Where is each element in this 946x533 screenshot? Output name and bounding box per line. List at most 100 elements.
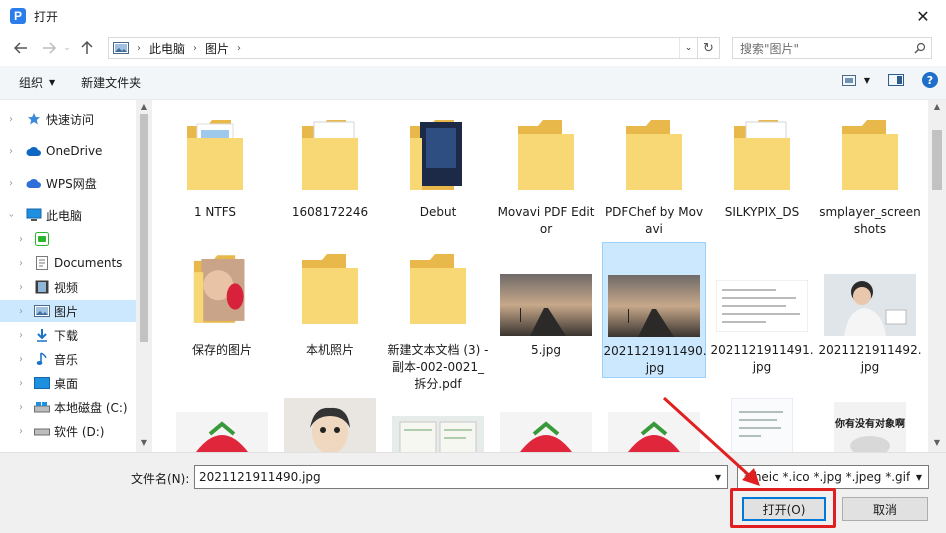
scroll-down-icon[interactable]: ▼ xyxy=(136,438,152,447)
filename-dropdown-icon[interactable]: ▼ xyxy=(709,466,727,488)
chevron-right-icon[interactable]: › xyxy=(16,426,26,437)
search-input[interactable]: 搜索"图片" xyxy=(732,37,932,59)
content-scroll-thumb[interactable] xyxy=(932,130,942,190)
file-item[interactable] xyxy=(710,398,814,452)
filename-value: 2021121911490.jpg xyxy=(199,470,321,484)
file-item[interactable]: Movavi PDF Editor xyxy=(494,112,598,250)
sidebar-item-pictures[interactable]: › 图片 xyxy=(0,300,136,322)
sidebar-item-downloads[interactable]: › 下载 xyxy=(0,324,136,346)
title-bar: P 打开 ✕ xyxy=(0,0,946,32)
file-item[interactable]: SILKYPIX_DS xyxy=(710,112,814,250)
sidebar-item-videos[interactable]: › 视频 xyxy=(0,276,136,298)
file-item[interactable] xyxy=(386,398,490,452)
recent-locations-icon[interactable]: ⌄ xyxy=(60,37,74,59)
chevron-down-icon[interactable]: › xyxy=(6,210,17,220)
file-item[interactable]: smplayer_screenshots xyxy=(818,112,922,250)
new-folder-button[interactable]: 新建文件夹 xyxy=(73,74,149,91)
sidebar-item-label: 软件 (D:) xyxy=(54,424,105,439)
sidebar-item-wps-drive[interactable]: › WPS网盘 xyxy=(0,172,136,194)
preview-pane-icon[interactable] xyxy=(888,74,904,86)
filename-input[interactable]: 2021121911490.jpg ▼ xyxy=(194,465,728,489)
search-icon xyxy=(909,42,931,54)
chevron-right-icon[interactable]: › xyxy=(16,354,26,365)
organize-menu[interactable]: 组织 ▼ xyxy=(11,74,63,91)
view-mode-icon[interactable] xyxy=(841,74,856,86)
meme-caption: 你有没有对象啊 xyxy=(835,419,905,430)
chevron-right-icon[interactable]: › xyxy=(16,258,26,269)
forward-arrow-icon[interactable] xyxy=(38,37,60,59)
sidebar-item-music[interactable]: › 音乐 xyxy=(0,348,136,370)
file-item[interactable]: 1608172246 xyxy=(278,112,382,250)
chevron-right-icon[interactable]: › xyxy=(16,282,26,293)
breadcrumb-pictures[interactable]: 图片 xyxy=(199,38,235,58)
scroll-up-icon[interactable]: ▲ xyxy=(136,102,152,111)
file-name: 1608172246 xyxy=(291,205,369,219)
cloud-icon xyxy=(26,143,42,159)
file-name: 1 NTFS xyxy=(193,205,237,219)
window-title: 打开 xyxy=(34,9,59,24)
sidebar-item-label: 视频 xyxy=(54,280,79,295)
help-icon[interactable]: ? xyxy=(922,72,938,88)
file-item[interactable]: 2021121911491.jpg xyxy=(710,242,814,380)
file-name: 2021121911491.jpg xyxy=(710,343,814,374)
address-dropdown-icon[interactable]: ⌄ xyxy=(679,38,697,58)
sidebar-item-drive-c[interactable]: › 本地磁盘 (C:) xyxy=(0,396,136,418)
chevron-right-icon[interactable]: › xyxy=(16,378,26,389)
filetype-dropdown-icon[interactable]: ▼ xyxy=(910,466,928,488)
file-item[interactable]: 保存的图片 xyxy=(170,242,274,380)
file-item[interactable]: 5.jpg xyxy=(494,242,598,380)
file-item[interactable]: PDFChef by Movavi xyxy=(602,112,706,250)
file-item[interactable]: 2021121911492.jpg xyxy=(818,242,922,380)
search-placeholder: 搜索"图片" xyxy=(740,41,800,56)
breadcrumb-this-pc[interactable]: 此电脑 xyxy=(143,38,191,58)
chevron-right-icon[interactable]: › xyxy=(6,146,16,157)
chevron-right-icon[interactable]: › xyxy=(6,114,16,125)
sidebar-item-this-pc[interactable]: › 此电脑 xyxy=(0,204,136,226)
chevron-right-icon[interactable]: › xyxy=(16,306,26,317)
cancel-button[interactable]: 取消 xyxy=(842,497,928,521)
sidebar-scroll-thumb[interactable] xyxy=(140,114,148,342)
content-scrollbar[interactable]: ▲ ▼ xyxy=(928,100,946,452)
scroll-up-icon[interactable]: ▲ xyxy=(928,102,946,111)
sidebar-scrollbar[interactable]: ▲ ▼ xyxy=(136,100,152,452)
sidebar-item-drive-d[interactable]: › 软件 (D:) xyxy=(0,420,136,442)
star-icon xyxy=(26,111,42,127)
back-arrow-icon[interactable] xyxy=(10,37,32,59)
file-item[interactable]: 你有没有对象啊 xyxy=(818,398,922,452)
filetype-select[interactable]: *.heic *.ico *.jpg *.jpeg *.gif * ▼ xyxy=(737,465,929,489)
image-thumbnail xyxy=(284,398,376,452)
image-thumbnail xyxy=(608,275,700,337)
file-item[interactable] xyxy=(494,398,598,452)
file-item[interactable]: 1 NTFS xyxy=(163,112,267,250)
app-icon xyxy=(34,231,50,247)
sidebar-item-desktop[interactable]: › 桌面 xyxy=(0,372,136,394)
file-item[interactable] xyxy=(278,398,382,452)
open-button[interactable]: 打开(O) xyxy=(742,497,826,521)
sidebar-item-onedrive[interactable]: › OneDrive xyxy=(0,140,136,162)
chevron-right-icon[interactable]: › xyxy=(6,178,16,189)
sidebar-item-documents[interactable]: › Documents xyxy=(0,252,136,274)
breadcrumb-separator-icon: › xyxy=(193,42,198,54)
file-item[interactable] xyxy=(170,398,274,452)
up-arrow-icon[interactable] xyxy=(76,37,98,59)
close-button[interactable]: ✕ xyxy=(900,0,946,32)
file-item[interactable]: 本机照片 xyxy=(278,242,382,380)
image-thumbnail xyxy=(500,412,592,452)
file-item[interactable]: 新建文本文档 (3) - 副本-002-0021_拆分.pdf xyxy=(386,242,490,391)
drive-icon xyxy=(34,399,50,415)
file-item[interactable] xyxy=(602,398,706,452)
sidebar-item-label: 快速访问 xyxy=(46,112,95,127)
file-item-selected[interactable]: 2021121911490.jpg xyxy=(602,242,707,378)
file-item[interactable]: Debut xyxy=(386,112,490,250)
chevron-right-icon[interactable]: › xyxy=(16,330,26,341)
chevron-right-icon[interactable]: › xyxy=(16,234,26,245)
view-caret-icon[interactable]: ▼ xyxy=(864,76,870,85)
scroll-down-icon[interactable]: ▼ xyxy=(928,438,946,447)
sidebar-item-app-folder[interactable]: › xyxy=(0,228,136,250)
breadcrumb-separator-icon: › xyxy=(237,42,242,54)
chevron-right-icon[interactable]: › xyxy=(16,402,26,413)
address-bar[interactable]: › 此电脑 › 图片 › ⌄ xyxy=(108,37,698,59)
refresh-icon[interactable]: ↻ xyxy=(698,37,720,59)
sidebar-item-quick-access[interactable]: › 快速访问 xyxy=(0,108,136,130)
sidebar-item-label: Documents xyxy=(54,256,123,270)
